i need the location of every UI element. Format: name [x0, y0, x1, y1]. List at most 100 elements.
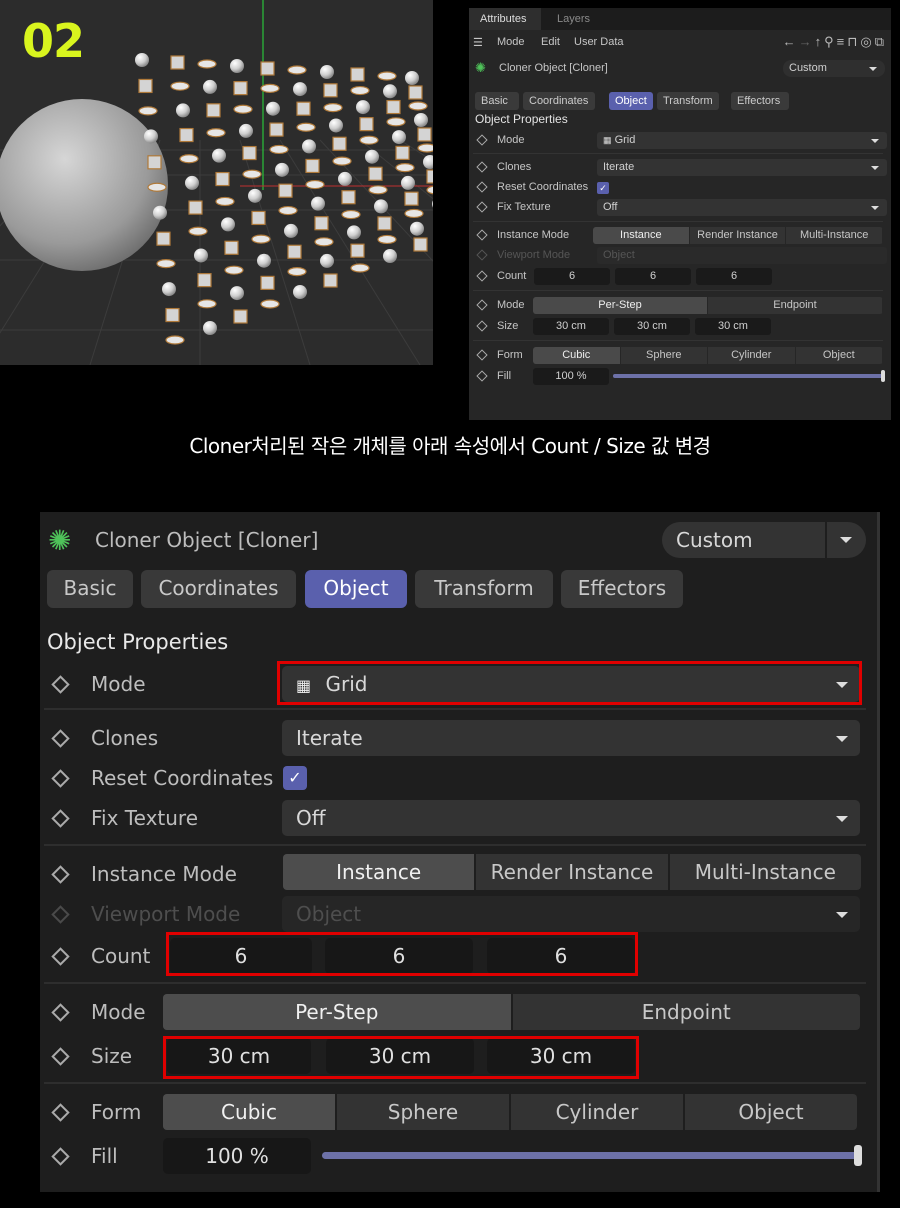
instance-mode-segment-small[interactable]: Instance Render Instance Multi-Instance — [593, 227, 883, 244]
instance-mode-render-instance[interactable]: Render Instance — [476, 854, 670, 890]
tab-object-small[interactable]: Object — [609, 92, 653, 110]
object-title: Cloner Object [Cloner] — [95, 528, 319, 552]
open-external-icon[interactable]: ⧉ — [875, 34, 887, 49]
clone-object — [233, 81, 248, 96]
count-y-small[interactable]: 6 — [615, 268, 691, 285]
mode-dropdown-small[interactable]: ▦ Grid — [597, 132, 887, 149]
tab-object[interactable]: Object — [305, 570, 407, 608]
clone-object — [206, 103, 221, 118]
reset-checkbox-small[interactable]: ✓ — [597, 182, 609, 194]
tab-transform-small[interactable]: Transform — [657, 92, 719, 110]
clone-object — [287, 65, 307, 75]
preset-dropdown[interactable]: Custom — [662, 522, 866, 558]
form-cylinder[interactable]: Cylinder — [511, 1094, 685, 1130]
clone-object — [260, 275, 275, 290]
clone-object — [368, 185, 388, 195]
tab-basic[interactable]: Basic — [47, 570, 133, 608]
fill-field[interactable]: 100 % — [163, 1138, 311, 1174]
row-fill: Fill 100 % — [40, 1136, 880, 1176]
menu-edit[interactable]: Edit — [541, 36, 560, 48]
hamburger-icon[interactable]: ☰ — [473, 36, 483, 49]
tab-effectors-small[interactable]: Effectors — [731, 92, 789, 110]
clone-object — [188, 200, 203, 215]
clone-object — [179, 154, 199, 164]
reset-coordinates-checkbox[interactable]: ✓ — [283, 766, 307, 790]
chevron-down-icon[interactable] — [840, 537, 852, 543]
target-icon[interactable]: ◎ — [860, 34, 874, 49]
tab-coordinates-small[interactable]: Coordinates — [523, 92, 595, 110]
tab-layers[interactable]: Layers — [557, 13, 590, 25]
clone-object — [374, 199, 388, 214]
size-x-field[interactable]: 30 cm — [167, 1038, 311, 1074]
cloner-icon: ✺ — [48, 524, 72, 557]
instance-mode-segment[interactable]: Instance Render Instance Multi-Instance — [283, 854, 861, 890]
clone-object — [395, 163, 415, 173]
clone-object — [311, 196, 325, 211]
section-title: Object Properties — [47, 630, 229, 654]
fill-field-small[interactable]: 100 % — [533, 368, 609, 385]
step-mode-segment-small[interactable]: Per-Step Endpoint — [533, 297, 883, 314]
size-y-small[interactable]: 30 cm — [614, 318, 690, 335]
up-arrow-icon[interactable]: ↑ — [815, 34, 825, 49]
count-y-field[interactable]: 6 — [325, 938, 473, 974]
count-x-field[interactable]: 6 — [170, 938, 312, 974]
step-mode-segment[interactable]: Per-Step Endpoint — [163, 994, 860, 1030]
preset-dropdown-small[interactable]: Custom — [783, 60, 885, 77]
clones-dropdown-small[interactable]: Iterate — [597, 159, 887, 176]
clone-object — [176, 103, 190, 118]
mode-dropdown[interactable]: ▦ Grid — [282, 666, 860, 702]
form-segment[interactable]: Cubic Sphere Cylinder Object — [163, 1094, 857, 1130]
form-cubic[interactable]: Cubic — [163, 1094, 337, 1130]
fill-slider-small[interactable] — [613, 370, 885, 382]
forward-arrow-icon[interactable]: → — [799, 34, 815, 49]
instance-mode-instance[interactable]: Instance — [283, 854, 477, 890]
fill-slider-handle[interactable] — [854, 1145, 862, 1166]
object-title-small: Cloner Object [Cloner] — [499, 62, 608, 74]
search-icon[interactable]: ⚲ — [824, 34, 837, 49]
clone-object — [233, 104, 253, 114]
menu-mode[interactable]: Mode — [497, 36, 525, 48]
step-mode-endpoint[interactable]: Endpoint — [513, 994, 861, 1030]
menu-user-data[interactable]: User Data — [574, 36, 624, 48]
row-viewport-mode-small: Viewport Mode Object — [473, 247, 887, 264]
clone-object — [404, 208, 424, 219]
size-z-small[interactable]: 30 cm — [695, 318, 771, 335]
section-title-small: Object Properties — [475, 112, 568, 126]
clone-object — [239, 123, 253, 138]
fix-texture-dropdown[interactable]: Off — [282, 800, 860, 836]
count-x-small[interactable]: 6 — [534, 268, 610, 285]
size-y-field[interactable]: 30 cm — [326, 1038, 474, 1074]
clone-object — [350, 243, 365, 258]
clone-object — [392, 130, 406, 145]
clones-dropdown[interactable]: Iterate — [282, 720, 860, 756]
3d-viewport[interactable]: 02 — [0, 0, 433, 365]
back-arrow-icon[interactable]: ← — [783, 34, 799, 49]
size-z-field[interactable]: 30 cm — [487, 1038, 635, 1074]
instance-mode-multi-instance[interactable]: Multi-Instance — [670, 854, 861, 890]
row-instance-mode: Instance Mode Instance Render Instance M… — [40, 854, 880, 894]
row-mode-small: Mode ▦ Grid — [473, 132, 887, 149]
form-sphere[interactable]: Sphere — [337, 1094, 511, 1130]
form-segment-small[interactable]: Cubic Sphere Cylinder Object — [533, 347, 883, 364]
step-mode-per-step[interactable]: Per-Step — [163, 994, 513, 1030]
form-object[interactable]: Object — [685, 1094, 857, 1130]
size-x-small[interactable]: 30 cm — [533, 318, 609, 335]
row-reset-small: Reset Coordinates ✓ — [473, 179, 883, 196]
row-step-mode: Mode Per-Step Endpoint — [40, 992, 880, 1032]
fill-slider[interactable] — [322, 1145, 862, 1166]
tab-effectors[interactable]: Effectors — [561, 570, 683, 608]
lock-icon[interactable]: ⊓ — [847, 34, 860, 49]
tab-coordinates[interactable]: Coordinates — [141, 570, 296, 608]
clone-object — [260, 61, 275, 76]
clone-object — [260, 83, 280, 93]
fix-texture-dropdown-small[interactable]: Off — [597, 199, 887, 216]
count-z-field[interactable]: 6 — [487, 938, 635, 974]
count-z-small[interactable]: 6 — [696, 268, 772, 285]
filter-icon[interactable]: ≡ — [837, 34, 848, 49]
tab-basic-small[interactable]: Basic — [475, 92, 519, 110]
tab-attributes[interactable]: Attributes — [469, 8, 541, 30]
clone-object — [156, 259, 176, 269]
clone-object — [332, 156, 352, 166]
tab-transform[interactable]: Transform — [415, 570, 553, 608]
clone-object — [383, 84, 397, 99]
